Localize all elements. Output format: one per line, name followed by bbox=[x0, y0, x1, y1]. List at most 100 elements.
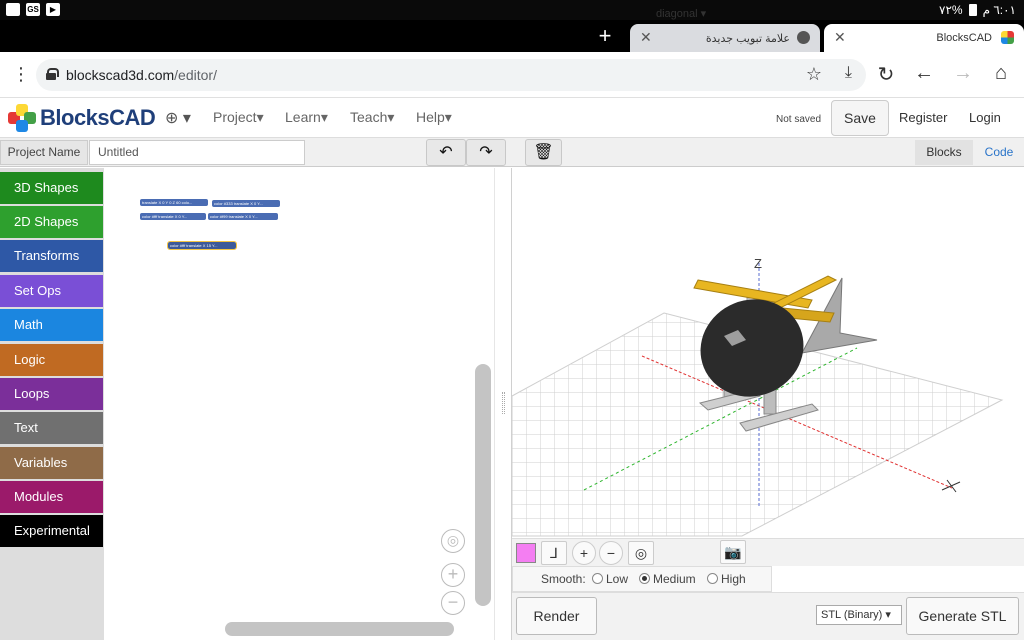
logo-text: BlocksCAD bbox=[40, 105, 156, 130]
home-icon[interactable]: ⌂ bbox=[989, 62, 1013, 85]
youtube-icon: ▶ bbox=[46, 3, 60, 16]
status-bar: GS ▶ ٧٢% ٦:٠١ م bbox=[0, 0, 1024, 20]
menu-help[interactable]: Help▾ bbox=[416, 109, 452, 126]
trash-button[interactable]: 🗑 bbox=[525, 139, 562, 166]
code-block[interactable]: color #fff translate X 0 Y... bbox=[140, 213, 206, 220]
language-globe-icon[interactable]: ⊕ ▾ bbox=[165, 108, 191, 128]
splitter-grip-icon bbox=[502, 392, 505, 414]
blockscad-favicon-icon bbox=[1001, 31, 1014, 44]
tab-strip: + ✕ علامة تبويب جديدة ✕ BlocksCAD bbox=[0, 20, 1024, 52]
tab-new-tab[interactable]: ✕ علامة تبويب جديدة bbox=[630, 24, 820, 52]
viewer-toolbar: ⅃ + − ◎ bbox=[512, 538, 1024, 566]
bookmark-star-icon[interactable]: ☆ bbox=[806, 64, 822, 85]
code-block[interactable]: color #f99 translate X 0 Y... bbox=[208, 213, 278, 220]
app-header: BlocksCAD ⊕ ▾ Project▾ Learn▾ Teach▾ Hel… bbox=[0, 98, 1024, 138]
zoom-out-icon: − bbox=[606, 545, 616, 561]
tab-title: BlocksCAD bbox=[936, 32, 992, 44]
category-transforms[interactable]: Transforms bbox=[0, 240, 103, 272]
address-bar: ⋮ blockscad3d.com/editor/ ☆ ⤓ bbox=[0, 52, 1024, 98]
axes-icon: ⅃ bbox=[550, 545, 558, 561]
axis-marker-icon bbox=[941, 479, 961, 493]
workspace-vertical-scrollbar[interactable] bbox=[475, 364, 491, 606]
format-select[interactable]: STL (Binary) ▾ bbox=[816, 605, 902, 625]
category-text[interactable]: Text bbox=[0, 412, 103, 444]
recenter-icon[interactable]: ◎ bbox=[441, 529, 465, 553]
chrome-icon bbox=[797, 31, 810, 44]
zoom-out-icon[interactable]: − bbox=[441, 591, 465, 615]
undo-button[interactable]: ↶ bbox=[426, 139, 466, 166]
render-button[interactable]: Render bbox=[516, 597, 597, 635]
menu-teach[interactable]: Teach▾ bbox=[350, 109, 394, 126]
code-block[interactable]: color #333 translate X 0 Y... bbox=[212, 200, 280, 207]
blocks-workspace[interactable]: translate X 0 Y 0 Z 60 colo... color #33… bbox=[104, 168, 494, 640]
z-axis-label: Z bbox=[754, 256, 762, 271]
project-name-input[interactable]: Untitled bbox=[89, 140, 305, 165]
clock: ٦:٠١ م bbox=[982, 3, 1016, 17]
viewer-canvas: Z bbox=[512, 256, 1004, 537]
gallery-icon bbox=[6, 3, 20, 16]
smooth-label: Smooth: bbox=[541, 572, 586, 586]
gs-icon: GS bbox=[26, 3, 40, 16]
smooth-options: Smooth: Low Medium High bbox=[512, 566, 772, 592]
category-3d-shapes[interactable]: 3D Shapes bbox=[0, 172, 103, 204]
close-tab-icon[interactable]: ✕ bbox=[640, 29, 652, 46]
smooth-high-radio[interactable]: High bbox=[707, 572, 746, 586]
render-toolbar: Render STL (Binary) ▾ Generate STL bbox=[512, 592, 1024, 640]
smooth-low-radio[interactable]: Low bbox=[592, 572, 628, 586]
menu-project[interactable]: Project▾ bbox=[213, 109, 264, 126]
category-math[interactable]: Math bbox=[0, 309, 103, 341]
new-tab-button[interactable]: + bbox=[594, 24, 616, 48]
menu-kebab-icon[interactable]: ⋮ bbox=[12, 64, 30, 85]
view-select[interactable]: diagonal ▾ bbox=[656, 4, 706, 24]
reload-icon[interactable]: ↻ bbox=[874, 62, 898, 87]
url-input[interactable]: blockscad3d.com/editor/ ☆ ⤓ bbox=[36, 59, 866, 91]
tab-blockscad[interactable]: ✕ BlocksCAD bbox=[824, 24, 1024, 52]
zoom-in-button[interactable]: + bbox=[572, 541, 596, 565]
screenshot-button[interactable]: 📷 bbox=[720, 540, 746, 564]
redo-button[interactable]: ↷ bbox=[466, 139, 506, 166]
menu-learn[interactable]: Learn▾ bbox=[285, 109, 328, 126]
generate-stl-button[interactable]: Generate STL bbox=[906, 597, 1019, 635]
category-sidebar: 3D Shapes 2D Shapes Transforms Set Ops M… bbox=[0, 168, 104, 640]
zoom-out-button[interactable]: − bbox=[599, 541, 623, 565]
smooth-medium-radio[interactable]: Medium bbox=[639, 572, 696, 586]
tab-code[interactable]: Code bbox=[975, 140, 1023, 165]
lock-icon bbox=[46, 68, 59, 80]
download-icon[interactable]: ⤓ bbox=[845, 64, 852, 82]
workspace-horizontal-scrollbar[interactable] bbox=[225, 622, 454, 636]
category-loops[interactable]: Loops bbox=[0, 378, 103, 410]
forward-icon[interactable]: → bbox=[951, 62, 975, 85]
redo-icon: ↷ bbox=[479, 144, 493, 161]
category-logic[interactable]: Logic bbox=[0, 344, 103, 376]
project-toolbar: Project Name Untitled ↶ ↷ 🗑 Blocks Code bbox=[0, 138, 1024, 167]
category-2d-shapes[interactable]: 2D Shapes bbox=[0, 206, 103, 238]
tab-blocks[interactable]: Blocks bbox=[915, 140, 973, 165]
save-button[interactable]: Save bbox=[831, 100, 889, 136]
zoom-in-icon: + bbox=[579, 545, 589, 561]
battery-percent: ٧٢% bbox=[939, 3, 963, 17]
target-icon: ◎ bbox=[634, 545, 648, 561]
back-icon[interactable]: ← bbox=[912, 62, 936, 85]
register-link[interactable]: Register bbox=[899, 110, 947, 125]
undo-icon: ↶ bbox=[439, 144, 453, 161]
category-modules[interactable]: Modules bbox=[0, 481, 103, 513]
project-name-label: Project Name bbox=[0, 140, 88, 165]
tab-title: علامة تبويب جديدة bbox=[705, 33, 790, 45]
zoom-in-icon[interactable]: + bbox=[441, 563, 465, 587]
category-set-ops[interactable]: Set Ops bbox=[0, 275, 103, 307]
panel-splitter[interactable] bbox=[494, 168, 512, 640]
blockscad-logo[interactable]: BlocksCAD bbox=[8, 104, 156, 132]
logo-mark-icon bbox=[8, 104, 36, 132]
trash-icon: 🗑 bbox=[533, 144, 554, 161]
code-block[interactable]: color #fff translate X 15 Y... bbox=[167, 241, 237, 250]
color-swatch[interactable] bbox=[516, 543, 536, 563]
axes-toggle-button[interactable]: ⅃ bbox=[541, 541, 567, 565]
3d-viewer[interactable]: Z bbox=[512, 168, 1024, 538]
category-experimental[interactable]: Experimental bbox=[0, 515, 103, 547]
recenter-button[interactable]: ◎ bbox=[628, 541, 654, 565]
category-variables[interactable]: Variables bbox=[0, 447, 103, 479]
login-link[interactable]: Login bbox=[969, 110, 1001, 125]
close-tab-icon[interactable]: ✕ bbox=[834, 29, 846, 46]
url-text: blockscad3d.com/editor/ bbox=[66, 67, 217, 83]
code-block[interactable]: translate X 0 Y 0 Z 60 colo... bbox=[140, 199, 208, 206]
